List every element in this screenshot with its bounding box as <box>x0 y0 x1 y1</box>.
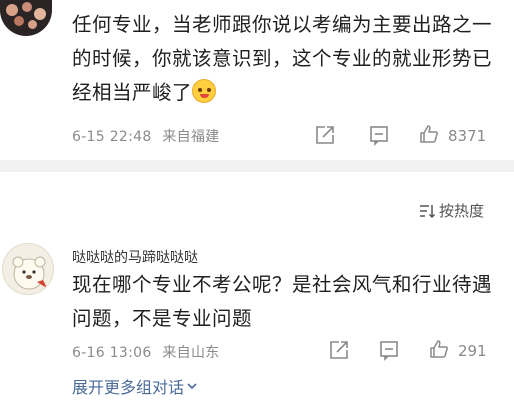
comment-author[interactable]: 哒哒哒的马蹄哒哒哒 <box>72 247 198 267</box>
like-count: 291 <box>458 342 487 360</box>
sort-label: 按热度 <box>438 202 484 220</box>
comment-meta: 6-16 13:06 来自山东 <box>72 342 220 362</box>
sort-by-popularity-button[interactable]: 按热度 <box>419 200 484 221</box>
comment-text: 现在哪个专业不考公呢？是社会风气和行业待遇问题，不是专业问题 <box>72 273 493 330</box>
comment-time: 6-16 13:06 <box>72 345 152 361</box>
comment-icon[interactable] <box>378 339 400 361</box>
section-divider <box>0 160 514 172</box>
comment-time: 6-15 22:48 <box>72 129 152 145</box>
chevron-down-icon <box>187 383 197 390</box>
comment-meta: 6-15 22:48 来自福建 <box>72 126 220 146</box>
expand-more-replies-link[interactable]: 展开更多组对话 <box>72 374 198 398</box>
share-icon[interactable] <box>328 339 350 361</box>
comment-location: 来自山东 <box>162 345 220 361</box>
comment-location: 来自福建 <box>162 129 220 145</box>
sort-icon <box>419 204 435 218</box>
comment-text: 任何专业，当老师跟你说以考编为主要出路之一的时候，你就该意识到，这个专业的就业形… <box>72 13 493 104</box>
avatar[interactable] <box>0 0 52 36</box>
like-count: 8371 <box>448 127 487 145</box>
comment-icon[interactable] <box>368 124 390 146</box>
bear-avatar-icon <box>12 256 47 290</box>
smirk-emoji-icon <box>192 79 217 103</box>
share-icon[interactable] <box>314 124 336 146</box>
like-icon[interactable] <box>418 123 440 145</box>
like-icon[interactable] <box>428 338 450 360</box>
expand-label: 展开更多组对话 <box>72 378 185 397</box>
avatar[interactable] <box>2 243 54 295</box>
